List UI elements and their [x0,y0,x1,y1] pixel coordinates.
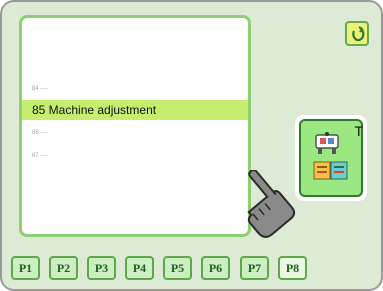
list-item-selected[interactable]: 85 Machine adjustment [22,100,248,120]
machine-icon [315,132,339,154]
screen: 84 ---- 85 Machine adjustment 86 ---- 87… [0,0,383,291]
page-tab-p3[interactable]: P3 [87,256,116,280]
machine-adjustment-button[interactable]: T [295,115,367,201]
page-tab-p2[interactable]: P2 [49,256,78,280]
function-list-panel: 84 ---- 85 Machine adjustment 86 ---- 87… [19,15,251,237]
page-tab-p1[interactable]: P1 [11,256,40,280]
page-tab-bar: P1 P2 P3 P4 P5 P6 P7 P8 [11,256,316,284]
t-badge: T [354,123,363,139]
list-item[interactable]: 84 ---- [22,79,248,99]
page-tab-p7[interactable]: P7 [240,256,269,280]
return-icon [352,26,365,42]
page-tab-p4[interactable]: P4 [125,256,154,280]
back-button[interactable] [345,21,369,46]
list-item[interactable]: 87 ---- [22,146,248,166]
manual-book-icon [313,161,348,180]
machine-adjustment-button-face[interactable]: T [299,119,363,197]
page-tab-p6[interactable]: P6 [201,256,230,280]
page-tab-p8[interactable]: P8 [278,256,307,280]
pointing-hand-icon [247,170,296,238]
list-item[interactable]: 86 ---- [22,123,248,143]
page-tab-p5[interactable]: P5 [163,256,192,280]
